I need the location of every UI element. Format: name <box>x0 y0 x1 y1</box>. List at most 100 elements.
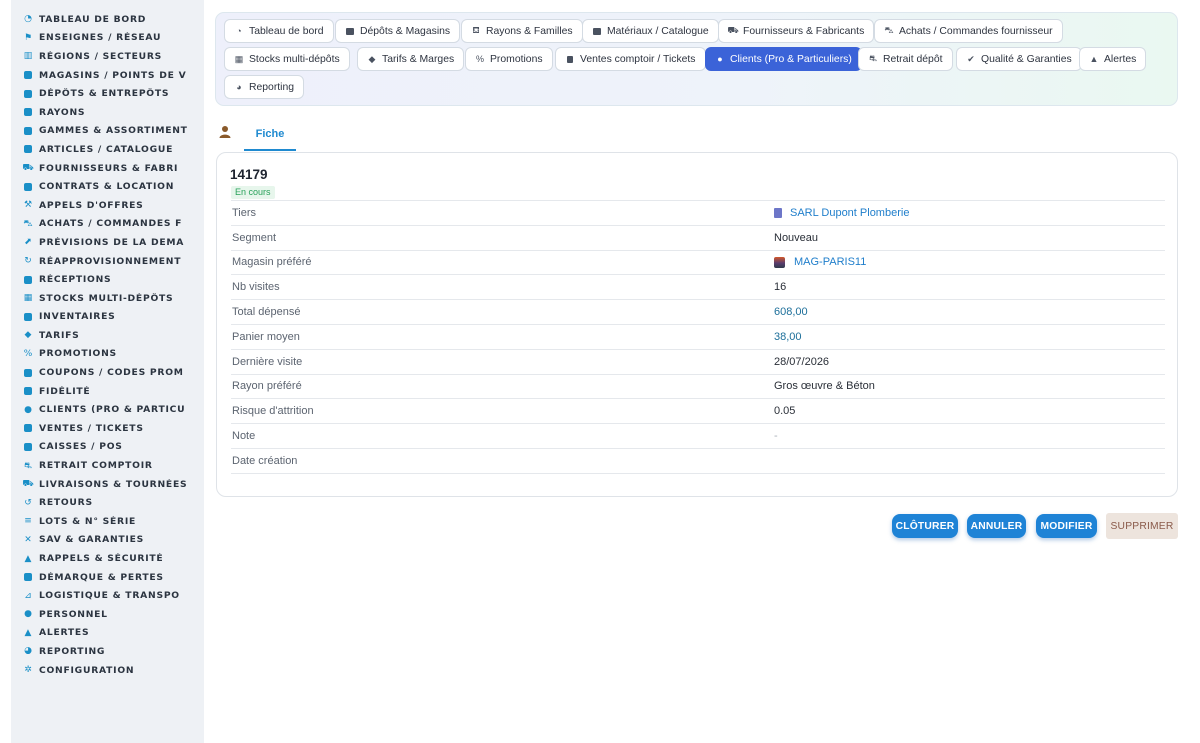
building-icon <box>774 207 782 218</box>
sidebar-item-promotions[interactable]: % PROMOTIONS <box>11 345 204 364</box>
field-row-date-creation: Date création <box>231 449 1165 474</box>
module-materiaux-catalogue[interactable]: Matériaux / Catalogue <box>582 19 719 43</box>
sidebar-item-clients[interactable]: ● CLIENTS (PRO & PARTICU <box>11 400 204 419</box>
module-retrait-depot[interactable]: ⛐ Retrait dépôt <box>858 47 953 71</box>
module-label: Clients (Pro & Particuliers) <box>730 53 852 65</box>
field-label: Rayon préféré <box>232 380 302 393</box>
sidebar-item-depots[interactable]: DÉPÔTS & ENTREPÔTS <box>11 84 204 103</box>
module-tableau-de-bord[interactable]: ◔ Tableau de bord <box>224 19 334 43</box>
sidebar-item-fournisseurs[interactable]: ⛟ FOURNISSEURS & FABRI <box>11 159 204 178</box>
sidebar-item-rappels[interactable]: ▲ RAPPELS & SÉCURITÉ <box>11 549 204 568</box>
module-achats[interactable]: ⛍ Achats / Commandes fournisseur <box>874 19 1063 43</box>
sidebar-item-tarifs[interactable]: ◆ TARIFS <box>11 326 204 345</box>
cart-icon: ⛍ <box>884 25 894 35</box>
module-fournisseurs[interactable]: ⛟ Fournisseurs & Fabricants <box>718 19 875 43</box>
sidebar-item-receptions[interactable]: RÉCEPTIONS <box>11 270 204 289</box>
document-icon <box>23 182 33 192</box>
sidebar-item-logistique[interactable]: ⊿ LOGISTIQUE & TRANSPO <box>11 586 204 605</box>
sidebar-item-alertes[interactable]: ▲ ALERTES <box>11 624 204 643</box>
annuler-button[interactable]: ANNULER <box>967 514 1026 538</box>
sidebar-item-achats[interactable]: ⛍ ACHATS / COMMANDES F <box>11 215 204 234</box>
module-reporting[interactable]: ◕ Reporting <box>224 75 305 99</box>
sidebar-item-label: STOCKS MULTI-DÉPÔTS <box>39 292 174 304</box>
sidebar-item-coupons[interactable]: COUPONS / CODES PROM <box>11 363 204 382</box>
sidebar-item-magasins[interactable]: MAGASINS / POINTS DE V <box>11 66 204 85</box>
field-value: Gros œuvre & Béton <box>774 380 875 393</box>
field-row-derniere-visite: Dernière visite 28/07/2026 <box>231 350 1165 375</box>
module-qualite-garanties[interactable]: ✔ Qualité & Garanties <box>956 47 1082 71</box>
sidebar-item-label: LOGISTIQUE & TRANSPO <box>39 590 180 602</box>
sidebar-item-ventes[interactable]: VENTES / TICKETS <box>11 419 204 438</box>
sidebar-item-contrats[interactable]: CONTRATS & LOCATION <box>11 177 204 196</box>
sidebar: ◔ TABLEAU DE BORD ⚑ ENSEIGNES / RÉSEAU ▥ RÉ… <box>11 0 204 743</box>
sidebar-item-caisses[interactable]: CAISSES / POS <box>11 438 204 457</box>
pie-chart-icon: ◕ <box>236 82 242 92</box>
sidebar-item-label: CAISSES / POS <box>39 441 123 453</box>
box-icon <box>23 144 33 154</box>
sidebar-item-regions[interactable]: ▥ RÉGIONS / SECTEURS <box>11 47 204 66</box>
sidebar-item-sav[interactable]: ✕ SAV & GARANTIES <box>11 531 204 550</box>
sidebar-item-previsions[interactable]: ⬈ PRÉVISIONS DE LA DEMA <box>11 233 204 252</box>
sidebar-item-label: RETOURS <box>39 497 93 509</box>
ticket-icon <box>23 368 33 378</box>
sidebar-item-rayons[interactable]: RAYONS <box>11 103 204 122</box>
sidebar-item-label: INVENTAIRES <box>39 311 116 323</box>
module-rayons-familles[interactable]: ⛾ Rayons & Familles <box>461 19 583 43</box>
sidebar-item-articles[interactable]: ARTICLES / CATALOGUE <box>11 140 204 159</box>
sidebar-item-tableau-de-bord[interactable]: ◔ TABLEAU DE BORD <box>11 10 204 29</box>
field-label: Note <box>232 430 256 443</box>
sidebar-item-label: LOTS & N° SÉRIE <box>39 515 137 527</box>
module-promotions[interactable]: % Promotions <box>465 47 553 71</box>
module-stocks[interactable]: ▦ Stocks multi-dépôts <box>224 47 350 71</box>
supprimer-button[interactable]: SUPPRIMER <box>1106 513 1178 539</box>
pie-chart-icon: ◕ <box>24 646 32 657</box>
sidebar-item-personnel[interactable]: ● PERSONNEL <box>11 605 204 624</box>
tiers-link[interactable]: SARL Dupont Plomberie <box>774 207 909 219</box>
sidebar-item-reporting[interactable]: ◕ REPORTING <box>11 642 204 661</box>
sidebar-item-demarque[interactable]: DÉMARQUE & PERTES <box>11 568 204 587</box>
sidebar-item-stocks[interactable]: ▦ STOCKS MULTI-DÉPÔTS <box>11 289 204 308</box>
sidebar-item-retours[interactable]: ↺ RETOURS <box>11 493 204 512</box>
sidebar-item-livraisons[interactable]: ⛟ LIVRAISONS & TOURNÉES <box>11 475 204 494</box>
tab-fiche[interactable]: Fiche <box>244 118 296 151</box>
chart-line-icon: ⬈ <box>24 237 32 248</box>
field-value: 28/07/2026 <box>774 355 830 368</box>
sidebar-item-fidelite[interactable]: FIDÉLITÉ <box>11 382 204 401</box>
sidebar-item-lots[interactable]: ≡ LOTS & N° SÉRIE <box>11 512 204 531</box>
sidebar-item-gammes[interactable]: GAMMES & ASSORTIMENT <box>11 122 204 141</box>
sidebar-item-inventaires[interactable]: INVENTAIRES <box>11 308 204 327</box>
field-list: Tiers SARL Dupont Plomberie Segment Nouv… <box>231 200 1165 474</box>
truck-icon: ⛟ <box>22 163 34 174</box>
magasin-link[interactable]: MAG-PARIS11 <box>774 256 866 268</box>
modifier-button[interactable]: MODIFIER <box>1036 514 1097 538</box>
sidebar-item-configuration[interactable]: ✲ CONFIGURATION <box>11 661 204 680</box>
sidebar-item-label: DÉMARQUE & PERTES <box>39 571 164 583</box>
sidebar-item-appels-offres[interactable]: ⚒ APPELS D'OFFRES <box>11 196 204 215</box>
module-alertes[interactable]: ▲ Alertes <box>1079 47 1147 71</box>
sidebar-item-label: ARTICLES / CATALOGUE <box>39 143 174 155</box>
sidebar-item-reappro[interactable]: ↻ RÉAPPROVISIONNEMENT <box>11 252 204 271</box>
module-ventes[interactable]: Ventes comptoir / Tickets <box>555 47 706 71</box>
field-label: Nb visites <box>232 281 280 294</box>
card-icon <box>23 386 33 396</box>
sidebar-item-label: TARIFS <box>39 329 80 341</box>
layers-icon <box>23 126 33 136</box>
module-depots-magasins[interactable]: Dépôts & Magasins <box>335 19 461 43</box>
field-label: Dernière visite <box>232 355 303 368</box>
sidebar-item-label: RAYONS <box>39 106 86 118</box>
module-tarifs-marges[interactable]: ◆ Tarifs & Marges <box>357 47 465 71</box>
warning-icon: ▲ <box>24 553 32 564</box>
check-double-icon: ✔ <box>967 53 975 64</box>
dolly-icon: ⊿ <box>24 590 32 601</box>
sidebar-item-enseignes[interactable]: ⚑ ENSEIGNES / RÉSEAU <box>11 29 204 48</box>
person-icon <box>219 126 231 138</box>
sidebar-item-retrait[interactable]: ⛐ RETRAIT COMPTOIR <box>11 456 204 475</box>
field-value: 608,00 <box>774 306 808 319</box>
field-row-risque-attrition: Risque d'attrition 0.05 <box>231 399 1165 425</box>
module-clients[interactable]: ● Clients (Pro & Particuliers) <box>705 47 862 71</box>
sidebar-item-label: RETRAIT COMPTOIR <box>39 460 153 472</box>
field-label: Segment <box>232 231 277 244</box>
module-label: Tarifs & Marges <box>382 53 455 65</box>
gear-icon: ✲ <box>24 665 32 676</box>
cloturer-button[interactable]: CLÔTURER <box>892 514 958 538</box>
